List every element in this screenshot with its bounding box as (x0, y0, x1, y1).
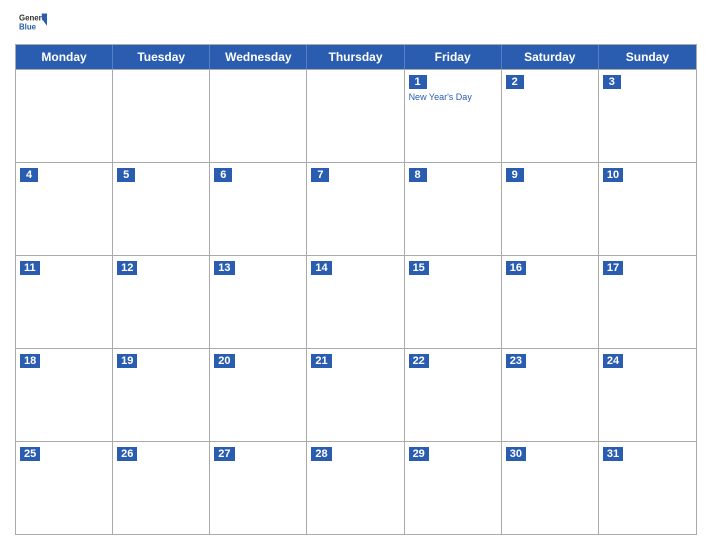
weekday-header-row: MondayTuesdayWednesdayThursdayFridaySatu… (16, 45, 696, 69)
calendar-cell: 8 (405, 163, 502, 255)
cell-date-number: 16 (506, 261, 526, 275)
logo: General Blue (19, 10, 47, 38)
cell-date-number: 6 (214, 168, 232, 182)
calendar-cell: 23 (502, 349, 599, 441)
calendar-cell: 21 (307, 349, 404, 441)
calendar-cell: 5 (113, 163, 210, 255)
svg-text:Blue: Blue (19, 22, 37, 31)
calendar-header: General Blue (15, 10, 697, 38)
cell-date-number: 7 (311, 168, 329, 182)
cell-date-number: 5 (117, 168, 135, 182)
cell-date-number: 30 (506, 447, 526, 461)
cell-date-number: 13 (214, 261, 234, 275)
cell-date-number: 2 (506, 75, 524, 89)
calendar-week-3: 11 12 13 14 15 16 17 (16, 255, 696, 348)
calendar-cell: 16 (502, 256, 599, 348)
calendar-cell: 3 (599, 70, 696, 162)
calendar-cell: 22 (405, 349, 502, 441)
cell-date-number: 21 (311, 354, 331, 368)
cell-date-number: 23 (506, 354, 526, 368)
calendar-cell: 19 (113, 349, 210, 441)
cell-date-number: 31 (603, 447, 623, 461)
cell-date-number: 1 (409, 75, 427, 89)
calendar-cell: 11 (16, 256, 113, 348)
cell-date-number: 25 (20, 447, 40, 461)
cell-date-number: 12 (117, 261, 137, 275)
weekday-header-sunday: Sunday (599, 45, 696, 69)
cell-date-number: 19 (117, 354, 137, 368)
weekday-header-wednesday: Wednesday (210, 45, 307, 69)
calendar-cell: 25 (16, 442, 113, 534)
calendar-cell: 18 (16, 349, 113, 441)
cell-date-number: 8 (409, 168, 427, 182)
cell-date-number: 11 (20, 261, 40, 275)
cell-date-number: 3 (603, 75, 621, 89)
weekday-header-tuesday: Tuesday (113, 45, 210, 69)
calendar-cell: 17 (599, 256, 696, 348)
cell-date-number: 10 (603, 168, 623, 182)
calendar-week-1: 1 New Year's Day 2 3 (16, 69, 696, 162)
calendar-week-2: 4 5 6 7 8 9 10 (16, 162, 696, 255)
cell-date-number: 27 (214, 447, 234, 461)
calendar-week-5: 25 26 27 28 29 30 31 (16, 441, 696, 534)
cell-date-number: 20 (214, 354, 234, 368)
calendar-cell: 10 (599, 163, 696, 255)
calendar-cell (113, 70, 210, 162)
cell-date-number: 26 (117, 447, 137, 461)
calendar-cell: 9 (502, 163, 599, 255)
calendar-cell: 1 New Year's Day (405, 70, 502, 162)
calendar-cell: 14 (307, 256, 404, 348)
cell-date-number: 22 (409, 354, 429, 368)
calendar-cell (307, 70, 404, 162)
cell-date-number (117, 83, 135, 85)
cell-date-number: 9 (506, 168, 524, 182)
calendar-cell: 31 (599, 442, 696, 534)
calendar-cell: 28 (307, 442, 404, 534)
calendar-cell: 20 (210, 349, 307, 441)
calendar: MondayTuesdayWednesdayThursdayFridaySatu… (15, 44, 697, 535)
logo-icon: General Blue (19, 10, 47, 38)
calendar-cell: 13 (210, 256, 307, 348)
calendar-cell: 30 (502, 442, 599, 534)
calendar-cell: 29 (405, 442, 502, 534)
calendar-cell (16, 70, 113, 162)
weekday-header-monday: Monday (16, 45, 113, 69)
calendar-cell: 24 (599, 349, 696, 441)
calendar-cell: 15 (405, 256, 502, 348)
cell-date-number: 15 (409, 261, 429, 275)
cell-date-number: 18 (20, 354, 40, 368)
cell-date-number: 14 (311, 261, 331, 275)
weekday-header-thursday: Thursday (307, 45, 404, 69)
cell-date-number: 17 (603, 261, 623, 275)
calendar-cell: 7 (307, 163, 404, 255)
weekday-header-friday: Friday (405, 45, 502, 69)
weekday-header-saturday: Saturday (502, 45, 599, 69)
calendar-cell: 27 (210, 442, 307, 534)
calendar-cell: 26 (113, 442, 210, 534)
cell-date-number (311, 83, 329, 85)
calendar-cell (210, 70, 307, 162)
cell-date-number (20, 83, 38, 85)
calendar-week-4: 18 19 20 21 22 23 24 (16, 348, 696, 441)
calendar-cell: 4 (16, 163, 113, 255)
cell-date-number: 29 (409, 447, 429, 461)
holiday-label: New Year's Day (409, 92, 497, 103)
calendar-body: 1New Year's Day2345678910111213141516171… (16, 69, 696, 534)
calendar-cell: 2 (502, 70, 599, 162)
cell-date-number: 28 (311, 447, 331, 461)
cell-date-number (214, 83, 232, 85)
calendar-cell: 12 (113, 256, 210, 348)
cell-date-number: 4 (20, 168, 38, 182)
calendar-cell: 6 (210, 163, 307, 255)
cell-date-number: 24 (603, 354, 623, 368)
